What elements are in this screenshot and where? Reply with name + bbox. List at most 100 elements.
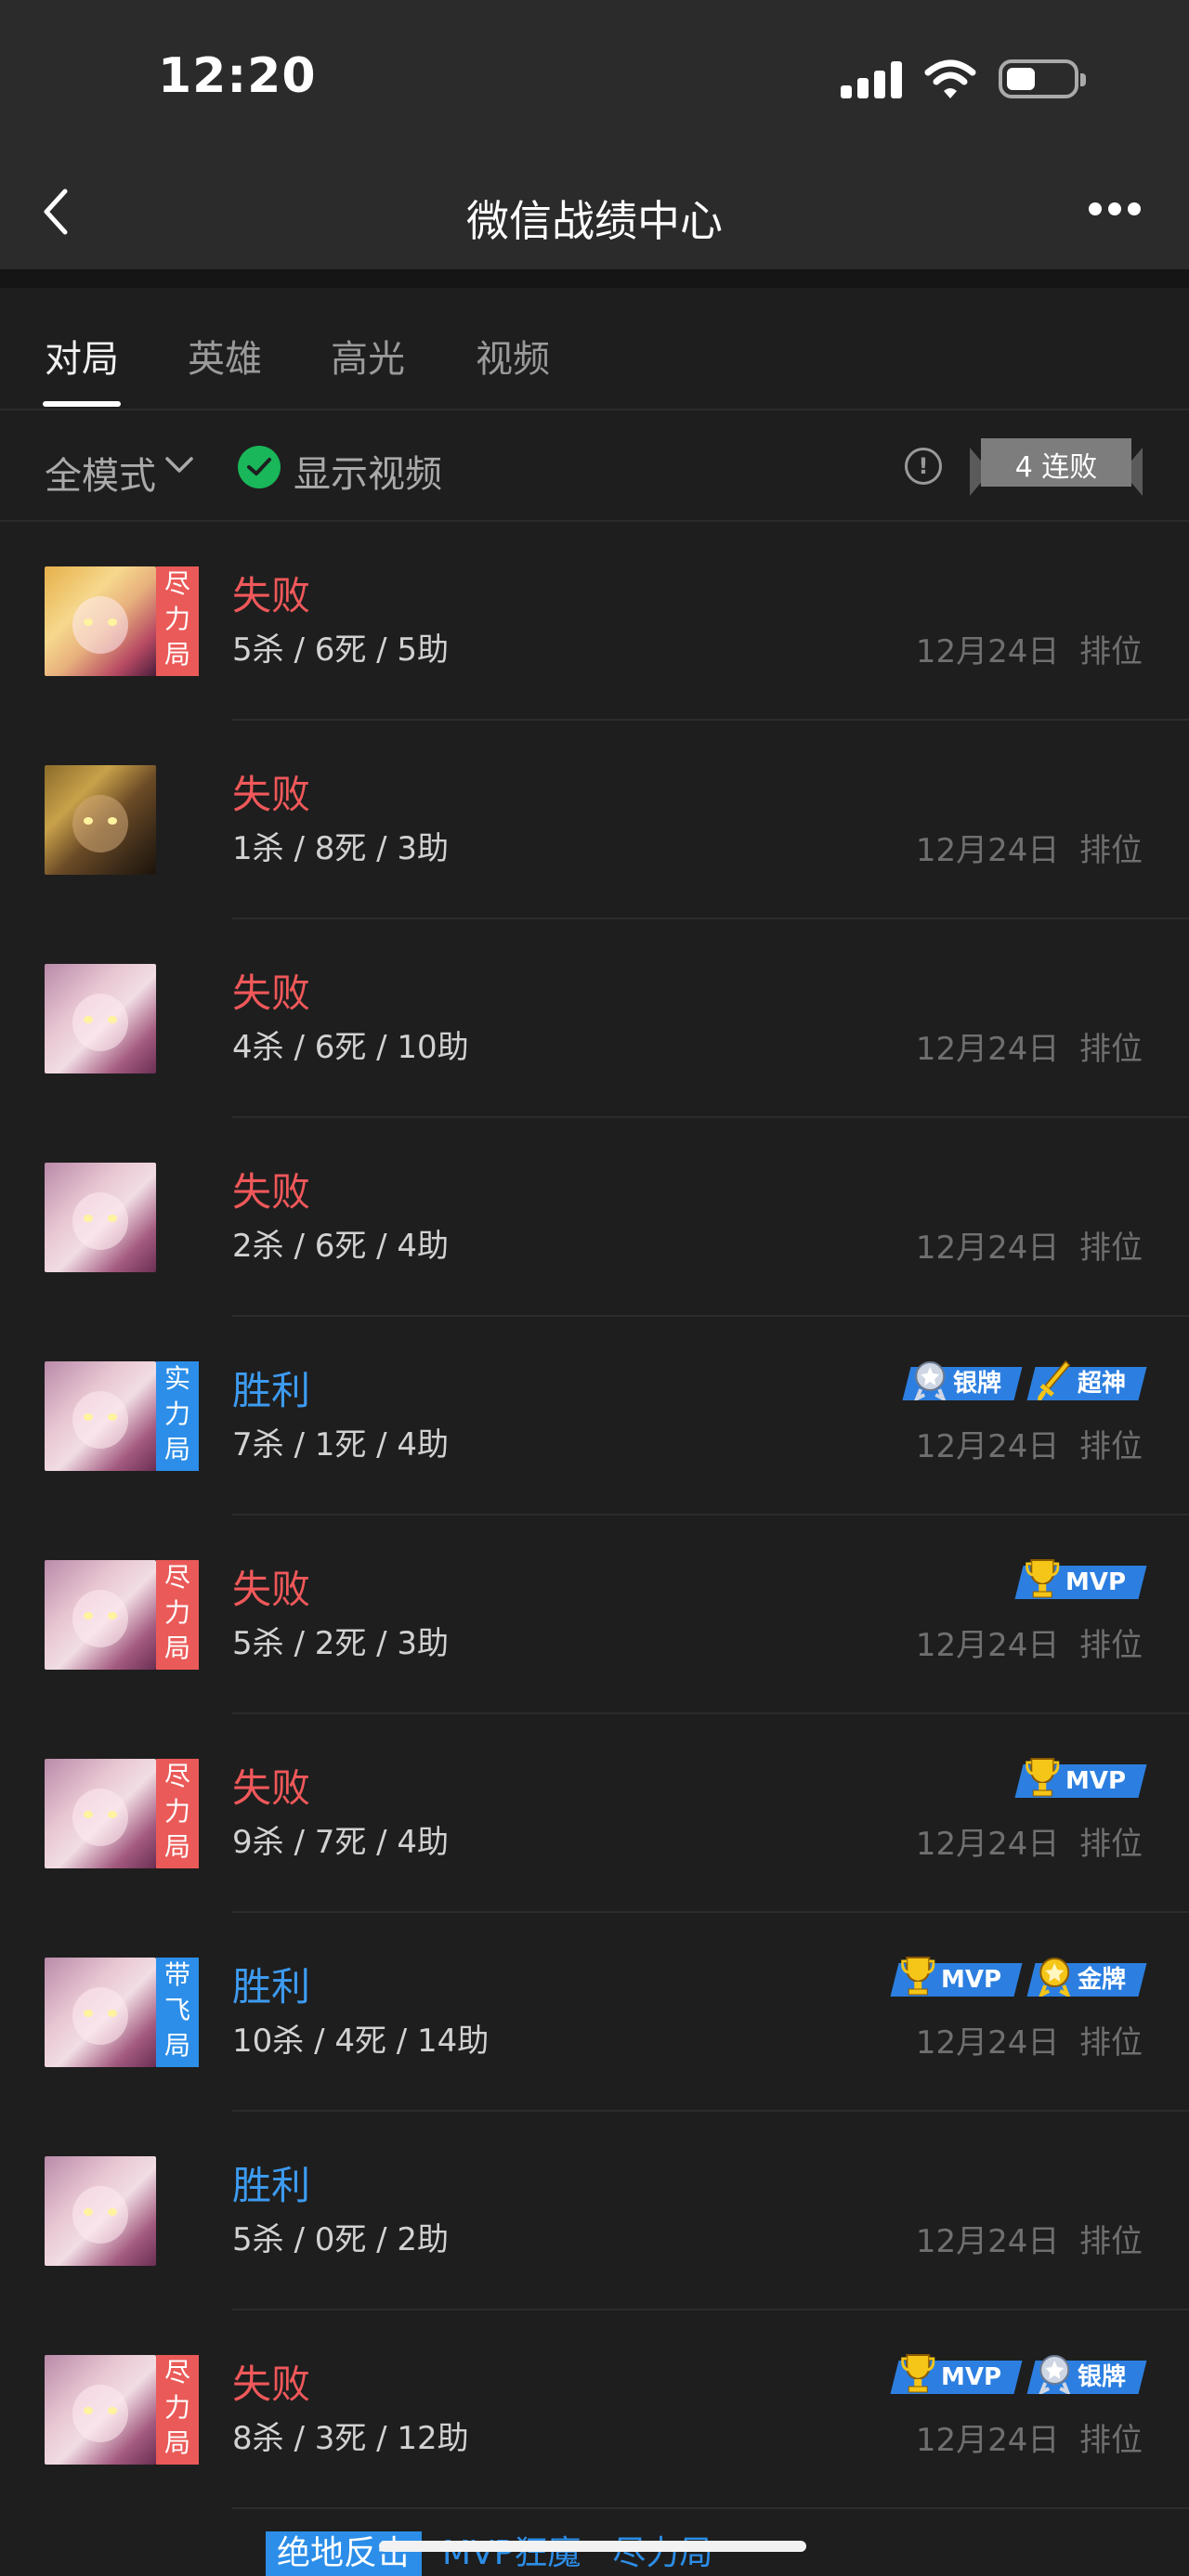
match-mode: 排位 (1079, 2422, 1143, 2459)
tab-matches[interactable]: 对局 (45, 329, 119, 383)
mode-dropdown[interactable]: 全模式 (45, 446, 156, 500)
match-kda: 1杀 / 8死 / 3助 (232, 830, 450, 867)
home-indicator (379, 2541, 806, 2552)
achievement-badge: 银牌 (902, 1361, 1023, 1403)
match-date: 12月24日 (915, 2422, 1060, 2459)
cellular-signal-icon (841, 61, 906, 98)
trophy-icon (1025, 1556, 1060, 1599)
match-kda: 5杀 / 6死 / 5助 (232, 631, 450, 669)
silver-medal-icon (1038, 2351, 1072, 2397)
match-row[interactable]: 带飞局胜利 10杀 / 4死 / 14助 12月24日 排位 MVP 金牌 (0, 1913, 1189, 2112)
hero-avatar (45, 566, 156, 676)
status-time: 12:20 (158, 48, 317, 104)
tab-heroes[interactable]: 英雄 (188, 329, 262, 383)
match-date: 12月24日 (915, 2024, 1060, 2062)
achievement-badge: 金牌 (1026, 1958, 1147, 1999)
match-date: 12月24日 (915, 1229, 1060, 1267)
trophy-icon (900, 2351, 935, 2394)
match-tag: 尽力局 (156, 566, 199, 676)
match-mode: 排位 (1079, 1229, 1143, 1267)
match-mode: 排位 (1079, 1031, 1143, 1068)
match-kda: 5杀 / 2死 / 3助 (232, 1625, 450, 1662)
show-video-label[interactable]: 显示视频 (294, 444, 442, 498)
badge-label: 超神 (1077, 1370, 1126, 1398)
match-kda: 8杀 / 3死 / 12助 (232, 2420, 469, 2457)
chevron-down-icon[interactable] (163, 453, 195, 475)
wifi-icon (924, 59, 976, 98)
match-row[interactable]: 失败 1杀 / 8死 / 3助 12月24日 排位 (0, 721, 1189, 919)
peek-tag: 尽力局 (612, 2534, 713, 2572)
match-result: 胜利 (232, 2163, 311, 2208)
bottom-tag-peek: 绝地反击 MVP狂魔 尽力局 (266, 2531, 724, 2576)
hero-avatar (45, 1163, 156, 1272)
badge-group: MVP 金牌 (890, 1957, 1147, 1999)
match-result: 失败 (232, 573, 311, 618)
match-result: 胜利 (232, 1964, 311, 2010)
peek-tag: MVP狂魔 (442, 2534, 581, 2572)
match-date: 12月24日 (915, 832, 1060, 869)
streak-ribbon: 4 连败 (970, 431, 1143, 498)
achievement-badge: 银牌 (1026, 2355, 1147, 2397)
match-row[interactable]: 失败 4杀 / 6死 / 10助 12月24日 排位 (0, 919, 1189, 1118)
status-bar: 12:20 (0, 0, 1189, 158)
match-meta: 12月24日 排位 (916, 2216, 1143, 2261)
badge-label: MVP (940, 1966, 1001, 1994)
match-result: 失败 (232, 970, 311, 1016)
more-options-icon[interactable] (1089, 202, 1141, 221)
hero-avatar (45, 964, 156, 1073)
match-row[interactable]: 实力局胜利 7杀 / 1死 / 4助 12月24日 排位 银牌 超神 (0, 1317, 1189, 1516)
match-row[interactable]: 胜利 5杀 / 0死 / 2助 12月24日 排位 (0, 2112, 1189, 2310)
match-result: 失败 (232, 772, 311, 817)
hero-avatar (45, 765, 156, 875)
hero-avatar (45, 1560, 156, 1670)
badge-group: MVP (1014, 1758, 1147, 1800)
match-kda: 9杀 / 7死 / 4助 (232, 1824, 450, 1861)
achievement-badge: MVP (890, 1957, 1023, 1997)
achievement-badge: MVP (890, 2354, 1023, 2394)
show-video-checkbox[interactable] (238, 446, 281, 488)
match-meta: 12月24日 排位 (916, 626, 1143, 671)
peek-tag: 绝地反击 (266, 2531, 423, 2576)
check-icon (247, 458, 271, 475)
match-date: 12月24日 (915, 1031, 1060, 1068)
match-mode: 排位 (1079, 832, 1143, 869)
match-kda: 4杀 / 6死 / 10助 (232, 1029, 469, 1066)
match-mode: 排位 (1079, 1428, 1143, 1465)
gold-medal-icon (1038, 1954, 1072, 1999)
battery-icon (999, 59, 1086, 98)
tab-highlights[interactable]: 高光 (331, 329, 405, 383)
badge-label: 银牌 (1077, 2363, 1126, 2391)
match-row[interactable]: 尽力局失败 5杀 / 6死 / 5助 12月24日 排位 (0, 522, 1189, 721)
match-kda: 2杀 / 6死 / 4助 (232, 1228, 450, 1265)
match-mode: 排位 (1079, 633, 1143, 670)
info-icon[interactable]: ! (905, 448, 942, 485)
match-date: 12月24日 (915, 1627, 1060, 1664)
match-row[interactable]: 尽力局失败 8杀 / 3死 / 12助 12月24日 排位 MVP 银牌 (0, 2310, 1189, 2509)
match-meta: 12月24日 排位 (916, 1818, 1143, 1864)
silver-medal-icon (913, 1358, 947, 1403)
achievement-badge: 超神 (1026, 1360, 1147, 1401)
match-row[interactable]: 失败 2杀 / 6死 / 4助 12月24日 排位 (0, 1118, 1189, 1317)
match-result: 失败 (232, 2361, 311, 2407)
tab-videos[interactable]: 视频 (476, 329, 550, 383)
match-row[interactable]: 尽力局失败 5杀 / 2死 / 3助 12月24日 排位 MVP (0, 1516, 1189, 1714)
match-meta: 12月24日 排位 (916, 1222, 1143, 1268)
match-meta: 12月24日 排位 (916, 825, 1143, 870)
badge-label: MVP (940, 2363, 1001, 2391)
match-date: 12月24日 (915, 1826, 1060, 1863)
sword-icon (1037, 1358, 1071, 1401)
page-title: 微信战绩中心 (466, 196, 723, 246)
badge-group: 银牌 超神 (902, 1360, 1147, 1403)
match-tag: 尽力局 (156, 1560, 199, 1670)
badge-label: MVP (1065, 1767, 1126, 1795)
achievement-badge: MVP (1014, 1559, 1147, 1599)
trophy-icon (1025, 1755, 1060, 1798)
match-meta: 12月24日 排位 (916, 2017, 1143, 2062)
match-meta: 12月24日 排位 (916, 1620, 1143, 1665)
match-meta: 12月24日 排位 (916, 2414, 1143, 2460)
match-result: 失败 (232, 1765, 311, 1811)
match-kda: 10杀 / 4死 / 14助 (232, 2023, 490, 2060)
streak-label: 4 连败 (1014, 451, 1098, 484)
tab-bar: 对局 英雄 高光 视频 (0, 288, 1189, 409)
match-row[interactable]: 尽力局失败 9杀 / 7死 / 4助 12月24日 排位 MVP (0, 1714, 1189, 1913)
